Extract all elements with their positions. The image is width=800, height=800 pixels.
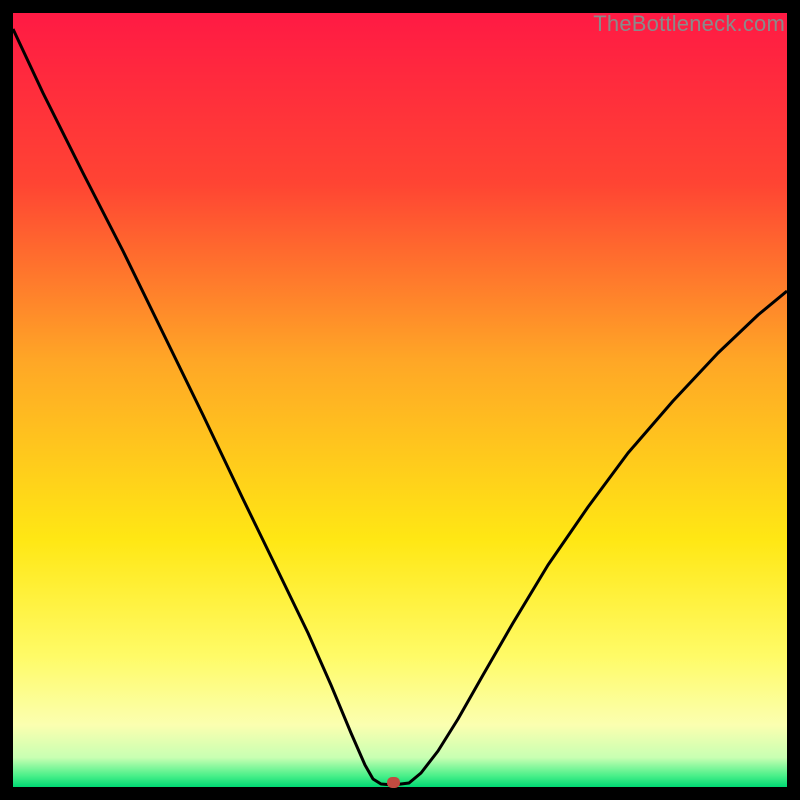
watermark-label: TheBottleneck.com bbox=[593, 11, 785, 37]
chart-plot bbox=[13, 13, 787, 787]
gradient-background bbox=[13, 13, 787, 787]
chart-frame: TheBottleneck.com bbox=[13, 13, 787, 787]
optimal-point-marker bbox=[387, 777, 400, 788]
